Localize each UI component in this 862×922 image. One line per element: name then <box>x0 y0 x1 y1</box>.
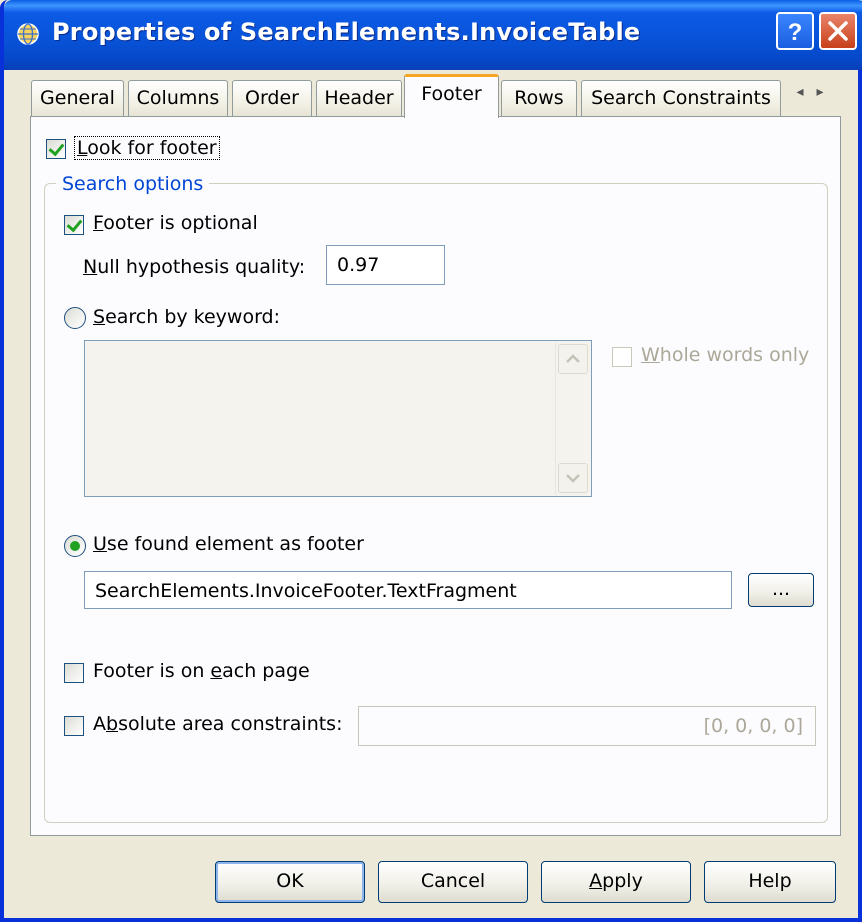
chevron-up-icon <box>566 354 580 363</box>
browse-button[interactable]: ... <box>748 573 814 607</box>
scroll-up-button[interactable] <box>558 344 588 374</box>
search-options-title: Search options <box>56 173 210 195</box>
look-for-footer-checkbox[interactable] <box>46 139 66 159</box>
footer-optional-checkbox[interactable] <box>64 215 84 235</box>
whole-words-label: Whole words only <box>641 344 810 366</box>
footer-each-page-checkbox[interactable] <box>64 663 84 683</box>
whole-words-checkbox[interactable] <box>612 347 632 367</box>
absolute-area-label[interactable]: Absolute area constraints: <box>93 713 342 735</box>
keyword-textarea[interactable] <box>84 340 592 497</box>
footer-optional-label[interactable]: Footer is optional <box>93 212 258 234</box>
scroll-down-button[interactable] <box>558 463 588 493</box>
use-found-element-radio[interactable] <box>64 535 86 557</box>
keyword-scrollbar[interactable] <box>555 342 590 495</box>
chevron-down-icon <box>566 474 580 483</box>
absolute-area-input[interactable]: [0, 0, 0, 0] <box>358 706 816 746</box>
use-found-element-label[interactable]: Use found element as footer <box>93 533 364 555</box>
footer-each-page-label[interactable]: Footer is on each page <box>93 660 310 682</box>
null-hypothesis-label: Null hypothesis quality: <box>83 256 306 278</box>
search-by-keyword-radio[interactable] <box>64 307 86 329</box>
found-element-input[interactable]: SearchElements.InvoiceFooter.TextFragmen… <box>84 571 732 609</box>
footer-tab-content: Look for footer Search options Footer is… <box>4 0 862 922</box>
null-hypothesis-input[interactable]: 0.97 <box>326 245 445 285</box>
look-for-footer-label[interactable]: Look for footer <box>74 136 220 160</box>
dialog-window: Properties of SearchElements.InvoiceTabl… <box>0 0 862 922</box>
search-by-keyword-label[interactable]: Search by keyword: <box>93 306 280 328</box>
absolute-area-checkbox[interactable] <box>64 716 84 736</box>
